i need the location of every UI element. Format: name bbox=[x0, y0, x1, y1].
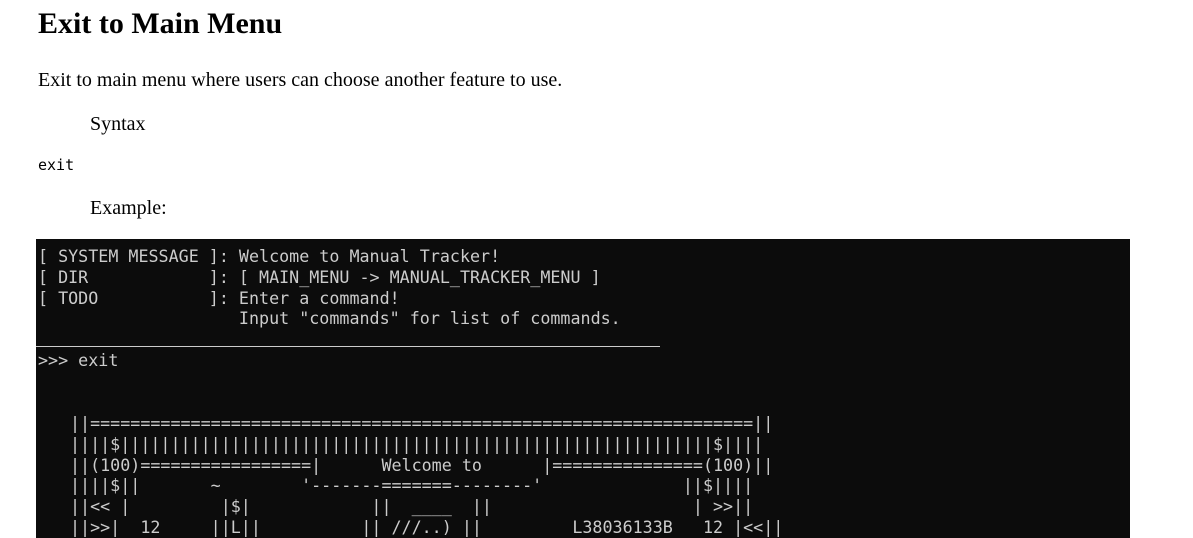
example-label: Example: bbox=[90, 197, 167, 219]
terminal-system-messages: [ SYSTEM MESSAGE ]: Welcome to Manual Tr… bbox=[38, 246, 621, 329]
page-title: Exit to Main Menu bbox=[38, 7, 283, 40]
terminal-divider bbox=[36, 346, 660, 347]
page-description: Exit to main menu where users can choose… bbox=[38, 69, 563, 91]
terminal-screenshot: [ SYSTEM MESSAGE ]: Welcome to Manual Tr… bbox=[36, 239, 1130, 538]
syntax-label: Syntax bbox=[90, 113, 146, 135]
terminal-banner-art: ||======================================… bbox=[70, 413, 784, 537]
terminal-prompt-line: >>> exit bbox=[38, 350, 119, 370]
syntax-code: exit bbox=[38, 156, 75, 174]
